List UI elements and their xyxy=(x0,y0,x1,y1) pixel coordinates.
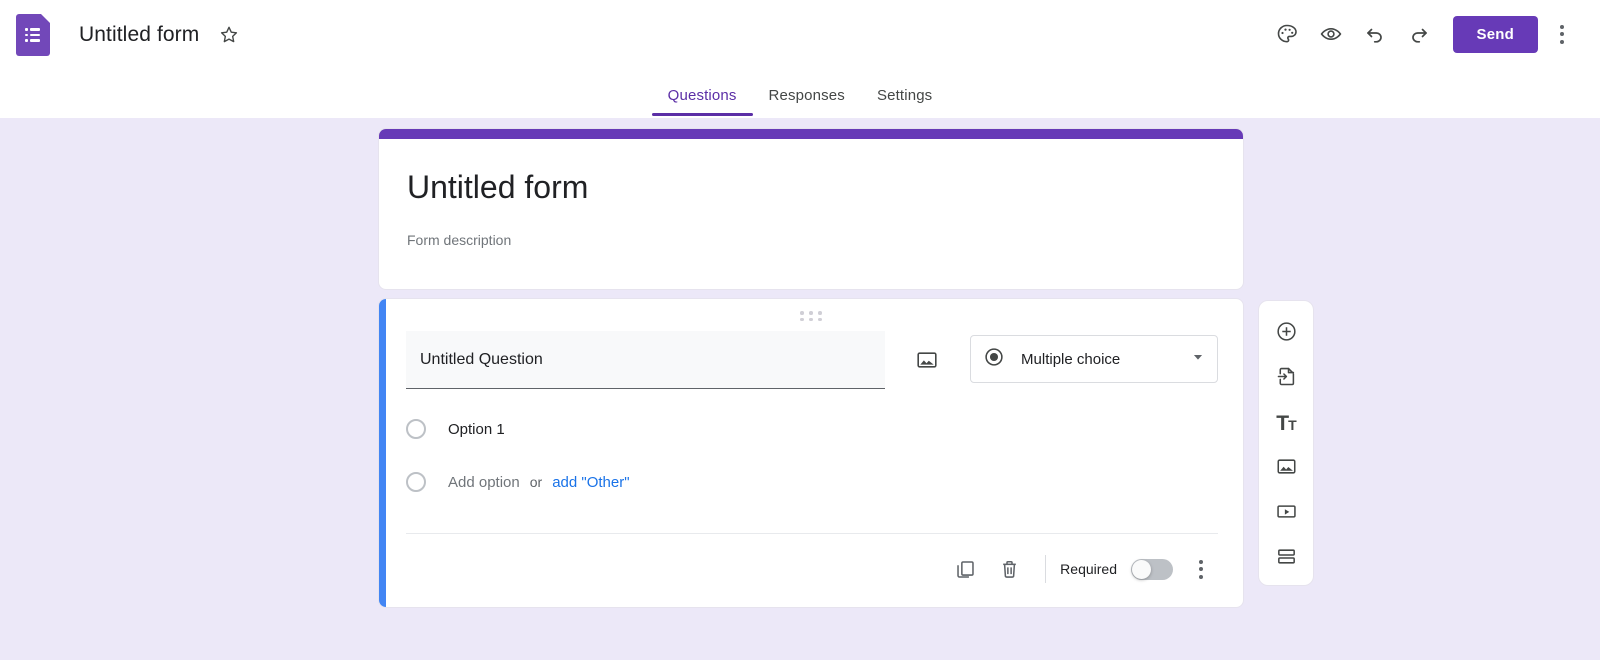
form-header-card[interactable]: Untitled form Form description xyxy=(378,128,1244,290)
required-toggle[interactable] xyxy=(1131,558,1173,580)
editor-tabs: Questions Responses Settings xyxy=(0,78,1600,118)
trash-icon[interactable] xyxy=(987,547,1031,591)
more-vert-icon[interactable] xyxy=(1181,547,1221,591)
add-option-row: Add option or add "Other" xyxy=(406,472,630,492)
google-forms-logo-icon xyxy=(16,14,50,56)
question-type-label: Multiple choice xyxy=(1021,350,1121,368)
form-description-field[interactable]: Form description xyxy=(407,232,1215,248)
option-label[interactable]: Option 1 xyxy=(448,421,505,438)
star-outline-icon[interactable] xyxy=(217,23,241,47)
question-card[interactable]: Untitled Question Multiple choice Option… xyxy=(378,298,1244,608)
brand-area: Untitled form xyxy=(16,14,241,56)
add-option-or-label: or xyxy=(529,474,543,490)
add-question-button[interactable] xyxy=(1264,311,1308,356)
question-footer-toolbar: Required xyxy=(943,547,1221,591)
toggle-knob xyxy=(1132,559,1151,579)
app-header: Untitled form Send Questions Responses S… xyxy=(0,0,1600,118)
selected-accent-bar xyxy=(379,299,386,607)
add-video-icon xyxy=(1275,500,1298,528)
google-forms-editor: Untitled form Send Questions Responses S… xyxy=(0,0,1600,660)
form-canvas: Untitled form Form description Untitled … xyxy=(0,118,1600,660)
radio-filled-icon xyxy=(983,346,1005,373)
add-question-icon xyxy=(1275,320,1298,348)
tab-settings[interactable]: Settings xyxy=(861,78,948,118)
undo-icon[interactable] xyxy=(1353,12,1397,56)
chevron-down-icon xyxy=(1191,350,1205,369)
redo-icon[interactable] xyxy=(1397,12,1441,56)
page-title[interactable]: Untitled form xyxy=(79,23,199,47)
card-accent-bar xyxy=(379,129,1243,139)
radio-outline-icon xyxy=(406,419,426,439)
tab-responses[interactable]: Responses xyxy=(753,78,861,118)
toolbar-divider xyxy=(1045,555,1047,583)
add-item-toolbar: TT xyxy=(1258,300,1314,586)
add-image-icon[interactable] xyxy=(905,337,950,383)
import-questions-icon xyxy=(1275,365,1298,393)
add-image-button[interactable] xyxy=(1264,446,1308,491)
palette-icon[interactable] xyxy=(1265,12,1309,56)
add-video-button[interactable] xyxy=(1264,491,1308,536)
add-option-button[interactable]: Add option xyxy=(448,474,520,491)
add-section-button[interactable] xyxy=(1264,536,1308,581)
add-image-icon xyxy=(1275,455,1298,483)
header-actions: Send xyxy=(1265,12,1582,56)
send-button[interactable]: Send xyxy=(1452,15,1538,53)
import-questions-button[interactable] xyxy=(1264,356,1308,401)
question-type-select[interactable]: Multiple choice xyxy=(970,335,1219,383)
radio-outline-icon xyxy=(406,472,426,492)
tab-questions[interactable]: Questions xyxy=(651,78,753,118)
option-row[interactable]: Option 1 xyxy=(406,419,505,439)
required-label: Required xyxy=(1060,561,1117,577)
add-other-link[interactable]: add "Other" xyxy=(552,474,629,491)
question-header-row: Untitled Question Multiple choice xyxy=(406,331,1219,389)
add-title-icon: TT xyxy=(1276,411,1296,435)
add-title-button[interactable]: TT xyxy=(1264,401,1308,446)
question-title-input[interactable]: Untitled Question xyxy=(406,331,885,389)
more-vert-icon[interactable] xyxy=(1542,12,1582,56)
drag-dots-icon[interactable] xyxy=(800,311,822,321)
footer-divider xyxy=(406,533,1218,534)
add-section-icon xyxy=(1275,545,1298,573)
form-title-field[interactable]: Untitled form xyxy=(407,169,1215,206)
duplicate-icon[interactable] xyxy=(943,547,987,591)
eye-icon[interactable] xyxy=(1309,12,1353,56)
